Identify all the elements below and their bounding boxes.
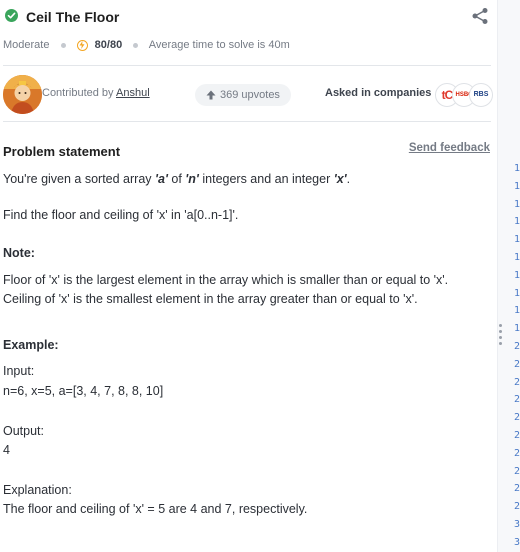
example-input-value: n=6, x=5, a=[3, 4, 7, 8, 8, 10] bbox=[3, 384, 164, 398]
note-ceiling: Ceiling of 'x' is the smallest element i… bbox=[3, 292, 418, 306]
contributor-prefix: Contributed by bbox=[42, 87, 114, 99]
separator-dot bbox=[60, 42, 66, 48]
send-feedback-link[interactable]: Send feedback bbox=[409, 142, 490, 154]
line-number: 2 bbox=[514, 483, 520, 495]
upvote-arrow-icon bbox=[206, 90, 216, 100]
editor-line-numbers: 1 1 1 1 1 1 1 1 1 1 2 2 2 2 2 2 2 2 2 2 3 3 bbox=[514, 160, 520, 552]
upvote-button[interactable]: 369 upvotes bbox=[195, 84, 291, 106]
line-number: 2 bbox=[514, 447, 520, 459]
company-logo-rbs[interactable]: RBS bbox=[469, 83, 493, 107]
line-number: 1 bbox=[514, 163, 520, 174]
contributor-row: Contributed by Anshul 369 upvotes Asked … bbox=[3, 73, 493, 117]
line-number: 2 bbox=[514, 340, 520, 352]
line-number: 3 bbox=[514, 518, 520, 530]
line-number: 2 bbox=[514, 465, 520, 477]
line-number: 3 bbox=[514, 536, 520, 548]
divider bbox=[3, 121, 491, 122]
upvote-count: 369 upvotes bbox=[220, 89, 280, 101]
text-segment: You're given a sorted array bbox=[3, 172, 156, 186]
line-number: 2 bbox=[514, 358, 520, 370]
solved-check-icon bbox=[5, 9, 18, 22]
contributor-text: Contributed by Anshul bbox=[42, 87, 150, 99]
line-number: 2 bbox=[514, 412, 520, 424]
note-heading: Note: bbox=[3, 246, 35, 260]
score-value: 80/80 bbox=[94, 39, 123, 51]
example-input-label: Input: bbox=[3, 364, 35, 378]
problem-statement-heading: Problem statement bbox=[3, 144, 121, 159]
line-number: 2 bbox=[514, 501, 520, 513]
var-x: 'x' bbox=[333, 172, 347, 186]
line-number: 1 bbox=[514, 305, 520, 317]
example-heading: Example: bbox=[3, 338, 59, 352]
line-number: 1 bbox=[514, 251, 520, 263]
statement-line-1: You're given a sorted array 'a' of 'n' i… bbox=[3, 170, 350, 188]
var-n: 'n' bbox=[185, 172, 199, 186]
score-bolt-icon bbox=[76, 39, 88, 51]
example-explanation-value: The floor and ceiling of 'x' = 5 are 4 a… bbox=[3, 502, 308, 516]
text-segment: of bbox=[167, 172, 186, 186]
line-number: 1 bbox=[514, 287, 520, 299]
line-number: 1 bbox=[514, 269, 520, 281]
line-number: 1 bbox=[514, 323, 520, 335]
divider bbox=[3, 65, 491, 66]
text-segment: integers and an integer bbox=[198, 172, 334, 186]
problem-title: Ceil The Floor bbox=[26, 9, 120, 25]
line-number: 1 bbox=[514, 234, 520, 246]
note-floor: Floor of 'x' is the largest element in t… bbox=[3, 273, 449, 287]
difficulty-label: Moderate bbox=[3, 39, 50, 51]
statement-line-2: Find the floor and ceiling of 'x' in 'a[… bbox=[3, 208, 239, 222]
share-icon[interactable] bbox=[471, 7, 489, 25]
line-number: 1 bbox=[514, 180, 520, 192]
text-segment: . bbox=[346, 172, 351, 186]
line-number: 2 bbox=[514, 394, 520, 406]
avg-time: Average time to solve is 40m bbox=[148, 39, 290, 51]
line-number: 2 bbox=[514, 376, 520, 388]
problem-meta: Moderate 80/80 Average time to solve is … bbox=[3, 37, 290, 53]
problem-panel: Ceil The Floor Moderate 80/80 Average ti… bbox=[0, 0, 497, 552]
company-logos[interactable]: tC HSBC RBS bbox=[435, 83, 493, 107]
example-explanation-label: Explanation: bbox=[3, 483, 72, 497]
contributor-link[interactable]: Anshul bbox=[116, 87, 150, 99]
asked-in-companies-label: Asked in companies bbox=[325, 87, 432, 99]
line-number: 2 bbox=[514, 429, 520, 441]
contributor-avatar[interactable] bbox=[3, 75, 42, 114]
line-number: 1 bbox=[514, 198, 520, 210]
title-row: Ceil The Floor bbox=[5, 7, 492, 27]
example-output-value: 4 bbox=[3, 443, 10, 457]
var-a: 'a' bbox=[155, 172, 168, 186]
separator-dot bbox=[133, 42, 139, 48]
example-output-label: Output: bbox=[3, 424, 44, 438]
panel-resize-handle[interactable] bbox=[499, 324, 503, 348]
line-number: 1 bbox=[514, 216, 520, 228]
